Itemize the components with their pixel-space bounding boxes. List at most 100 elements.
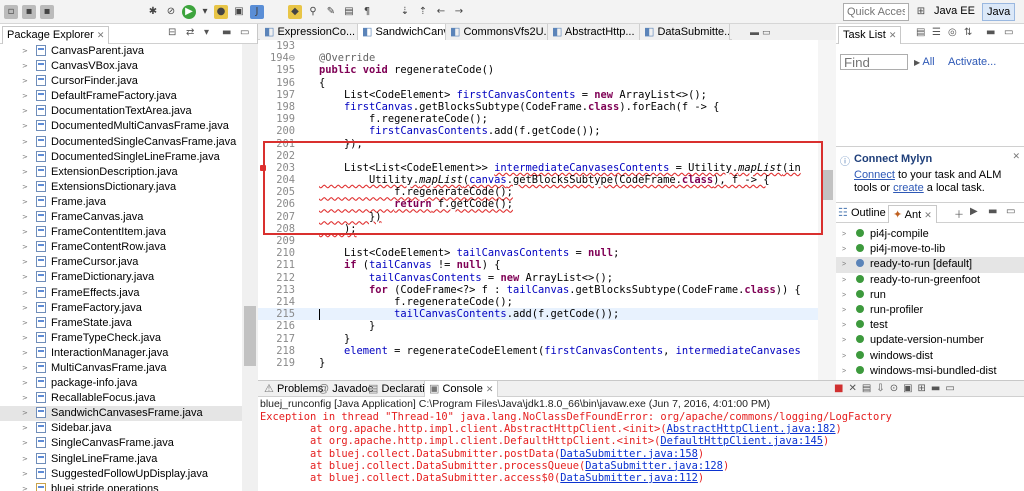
- expand-arrow-icon[interactable]: >: [22, 44, 28, 59]
- tree-item[interactable]: > SingleLineFrame.java: [0, 452, 242, 467]
- ant-target[interactable]: > pi4j-move-to-lib: [836, 242, 1024, 257]
- tree-item[interactable]: > DocumentedMultiCanvasFrame.java: [0, 119, 242, 134]
- toggle-block-icon[interactable]: ▤: [342, 5, 356, 19]
- code-line[interactable]: 218 element = regenerateCodeElement(firs…: [258, 345, 818, 357]
- expand-arrow-icon[interactable]: >: [842, 318, 846, 333]
- external-tools-icon[interactable]: ▣: [232, 5, 246, 19]
- expand-arrow-icon[interactable]: >: [22, 225, 28, 240]
- expand-arrow-icon[interactable]: >: [22, 180, 28, 195]
- expand-arrow-icon[interactable]: >: [22, 436, 28, 451]
- code-line[interactable]: 201 });: [258, 138, 818, 150]
- minimize-icon[interactable]: ▬: [988, 206, 997, 217]
- expand-arrow-icon[interactable]: >: [22, 406, 28, 421]
- create-link[interactable]: create: [893, 182, 924, 194]
- coverage-icon[interactable]: ●: [214, 5, 228, 19]
- expand-arrow-icon[interactable]: >: [22, 59, 28, 74]
- expand-arrow-icon[interactable]: >: [842, 333, 846, 348]
- console-output[interactable]: Exception in thread "Thread-10" java.lan…: [258, 411, 1024, 484]
- expand-arrow-icon[interactable]: >: [842, 242, 846, 257]
- prev-annotation-icon[interactable]: ⇡: [416, 5, 430, 19]
- view-menu-icon[interactable]: ▾: [204, 27, 209, 38]
- sync-icon[interactable]: ⇅: [964, 27, 972, 38]
- expand-arrow-icon[interactable]: >: [22, 270, 28, 285]
- tree-item[interactable]: > Sidebar.java: [0, 421, 242, 436]
- tree-item[interactable]: > InteractionManager.java: [0, 346, 242, 361]
- skip-breakpoints-icon[interactable]: ⊘: [164, 5, 178, 19]
- stacktrace-link[interactable]: DataSubmitter.java:158: [560, 448, 698, 460]
- collapse-all-icon[interactable]: ⊟: [168, 27, 176, 38]
- expand-arrow-icon[interactable]: >: [22, 195, 28, 210]
- expand-arrow-icon[interactable]: >: [22, 467, 28, 482]
- tab-ant[interactable]: ✦ Ant ✕: [888, 205, 937, 223]
- expand-arrow-icon[interactable]: >: [842, 303, 846, 318]
- tree-item[interactable]: > package-info.java: [0, 376, 242, 391]
- tree-item[interactable]: > FrameContentItem.java: [0, 225, 242, 240]
- expand-arrow-icon[interactable]: >: [842, 227, 846, 242]
- expand-arrow-icon[interactable]: >: [22, 104, 28, 119]
- tree-item[interactable]: > FrameCanvas.java: [0, 210, 242, 225]
- ant-target[interactable]: > windows-dist: [836, 349, 1024, 364]
- code-line[interactable]: 200 firstCanvasContents.add(f.getCode())…: [258, 125, 818, 137]
- close-icon[interactable]: ✕: [97, 30, 105, 40]
- link-editor-icon[interactable]: ⇄: [186, 27, 194, 38]
- ant-target[interactable]: > run: [836, 288, 1024, 303]
- expand-arrow-icon[interactable]: >: [22, 165, 28, 180]
- open-type-icon[interactable]: ◆: [288, 5, 302, 19]
- code-line[interactable]: 194⊖ @Override: [258, 52, 818, 64]
- code-line[interactable]: 195 public void regenerateCode(): [258, 64, 818, 76]
- code-area[interactable]: 193 194⊖ @Override 195 public void regenerat…: [258, 40, 818, 380]
- expand-arrow-icon[interactable]: >: [22, 286, 28, 301]
- tab-outline[interactable]: ☷ Outline: [838, 206, 886, 219]
- code-line[interactable]: 207 }): [258, 211, 818, 223]
- expand-arrow-icon[interactable]: >: [22, 89, 28, 104]
- code-line[interactable]: 196 {: [258, 77, 818, 89]
- tree-item[interactable]: > DocumentedSingleCanvasFrame.java: [0, 135, 242, 150]
- editor-tab[interactable]: ◧ AbstractHttp...: [548, 24, 640, 40]
- focus-icon[interactable]: ◎: [948, 27, 957, 38]
- open-perspective-icon[interactable]: ⊞: [914, 5, 928, 19]
- code-line[interactable]: 197 List<CodeElement> firstCanvasContent…: [258, 89, 818, 101]
- run-icon[interactable]: ▶: [182, 5, 196, 19]
- toggle-mark-icon[interactable]: ✎: [324, 5, 338, 19]
- ant-target[interactable]: > test: [836, 318, 1024, 333]
- expand-arrow-icon[interactable]: >: [22, 391, 28, 406]
- tree-item[interactable]: > ExtensionsDictionary.java: [0, 180, 242, 195]
- add-buildfile-icon[interactable]: ＋: [954, 206, 964, 221]
- tree-item[interactable]: > FrameDictionary.java: [0, 270, 242, 285]
- close-icon[interactable]: ✕: [486, 384, 494, 394]
- minimize-icon[interactable]: ▬: [222, 27, 231, 38]
- ant-target[interactable]: > pi4j-compile: [836, 227, 1024, 242]
- maximize-icon[interactable]: ▭: [762, 27, 771, 37]
- ant-target[interactable]: > update-version-number: [836, 333, 1024, 348]
- tree-item[interactable]: > CanvasParent.java: [0, 44, 242, 59]
- tree-item[interactable]: > CursorFinder.java: [0, 74, 242, 89]
- scrollbar-thumb[interactable]: [244, 306, 256, 366]
- tree-item[interactable]: > CanvasVBox.java: [0, 59, 242, 74]
- ant-target[interactable]: > ready-to-run-greenfoot: [836, 273, 1024, 288]
- pin-icon[interactable]: ⊙: [890, 383, 903, 394]
- code-line[interactable]: 198 firstCanvas.getBlocksSubtype(CodeFra…: [258, 101, 818, 113]
- tree-item[interactable]: > SingleCanvasFrame.java: [0, 436, 242, 451]
- connect-link[interactable]: Connect: [854, 169, 895, 181]
- stacktrace-link[interactable]: DefaultHttpClient.java:145: [660, 435, 823, 447]
- expand-arrow-icon[interactable]: >: [22, 240, 28, 255]
- maximize-icon[interactable]: ▭: [945, 383, 959, 394]
- code-line[interactable]: 213 for (CodeFrame<?> f : tailCanvas.get…: [258, 284, 818, 296]
- code-line[interactable]: 205 f.regenerateCode();: [258, 186, 818, 198]
- show-whitespace-icon[interactable]: ¶: [360, 5, 374, 19]
- search-icon[interactable]: ⚲: [306, 5, 320, 19]
- terminate-icon[interactable]: ■: [834, 383, 848, 394]
- editor-tab[interactable]: ◧ DataSubmitte...: [640, 24, 730, 40]
- close-icon[interactable]: ✕: [1012, 151, 1020, 162]
- scrollbar-thumb[interactable]: [821, 170, 833, 200]
- expand-arrow-icon[interactable]: >: [22, 255, 28, 270]
- remove-icon[interactable]: ✕: [848, 383, 861, 394]
- clear-icon[interactable]: ▤: [862, 383, 876, 394]
- ant-target[interactable]: > windows-msi-bundled-dist: [836, 364, 1024, 379]
- activate-link[interactable]: Activate...: [948, 56, 996, 68]
- stacktrace-link[interactable]: DataSubmitter.java:112: [560, 472, 698, 484]
- console-tab[interactable]: ▣ Console ✕: [424, 381, 499, 397]
- close-icon[interactable]: ✕: [889, 30, 897, 40]
- code-line[interactable]: 208 );: [258, 223, 818, 235]
- tree-item[interactable]: > bluej.stride.operations: [0, 482, 242, 491]
